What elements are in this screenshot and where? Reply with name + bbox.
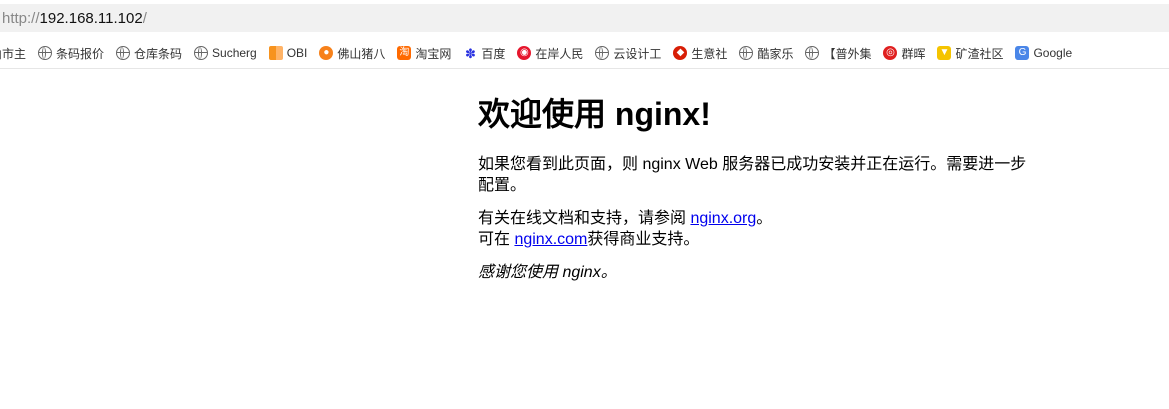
bookmark-label: 云设计工 bbox=[613, 46, 662, 61]
globe-icon bbox=[38, 46, 53, 60]
nginx-com-link[interactable]: nginx.com bbox=[514, 231, 587, 248]
bookmark-item[interactable]: 条码报价 bbox=[38, 45, 104, 62]
bookmark-item[interactable]: ◆ 生意社 bbox=[673, 45, 727, 62]
bookmark-label: 在岸人民 bbox=[535, 46, 584, 61]
commercial-text: 可在 bbox=[478, 231, 515, 248]
bookmark-label: 山市主 bbox=[0, 46, 27, 61]
globe-icon bbox=[805, 46, 820, 60]
support-paragraph: 有关在线文档和支持，请参阅 nginx.org。 可在 nginx.com获得商… bbox=[478, 208, 1038, 250]
google-translate-icon: G bbox=[1015, 46, 1030, 60]
bookmark-label: 酷家乐 bbox=[757, 46, 794, 61]
bookmark-label: 矿渣社区 bbox=[955, 46, 1004, 61]
bookmark-item[interactable]: 淘 淘宝网 bbox=[397, 45, 451, 62]
globe-icon bbox=[739, 46, 754, 60]
bookmark-label: 佛山猪八 bbox=[337, 46, 386, 61]
bookmark-label: 仓库条码 bbox=[134, 46, 183, 61]
bookmark-item[interactable]: 山市主 bbox=[0, 45, 26, 62]
docs-suffix: 。 bbox=[756, 210, 773, 227]
url-path: / bbox=[142, 9, 147, 27]
bookmark-item[interactable]: OBI bbox=[268, 46, 308, 60]
weibo-icon: ◉ bbox=[517, 46, 532, 60]
bookmark-item[interactable]: Sucherg bbox=[194, 46, 257, 60]
pig-icon: ● bbox=[319, 46, 334, 60]
page-content: 欢迎使用 nginx! 如果您看到此页面，则 nginx Web 服务器已成功安… bbox=[478, 94, 1038, 295]
bookmark-item[interactable]: ▼ 矿渣社区 bbox=[937, 45, 1003, 62]
bookmark-label: 生意社 bbox=[691, 46, 728, 61]
globe-icon bbox=[116, 46, 131, 60]
bookmark-item[interactable]: 【普外集 bbox=[805, 45, 871, 62]
shengyi-icon: ◆ bbox=[673, 46, 688, 60]
address-bar[interactable]: http://192.168.11.102/ bbox=[0, 4, 1169, 32]
url-host: 192.168.11.102 bbox=[39, 9, 143, 27]
page-title: 欢迎使用 nginx! bbox=[478, 96, 711, 132]
bookmark-item[interactable]: ● 佛山猪八 bbox=[319, 45, 385, 62]
bookmark-label: 淘宝网 bbox=[415, 46, 452, 61]
thanks-paragraph: 感谢您使用 nginx。 bbox=[478, 262, 1038, 283]
bookmark-label: Sucherg bbox=[212, 46, 257, 60]
bookmark-item[interactable]: G Google bbox=[1015, 46, 1072, 60]
obi-icon bbox=[268, 46, 283, 60]
bookmark-label: 条码报价 bbox=[56, 46, 105, 61]
bookmark-label: OBI bbox=[286, 46, 308, 60]
url-scheme: http:// bbox=[2, 9, 40, 27]
trophy-icon: ▼ bbox=[937, 46, 952, 60]
baidu-icon: ✽ bbox=[464, 45, 476, 61]
bookmark-label: 【普外集 bbox=[823, 46, 872, 61]
taobao-icon: 淘 bbox=[397, 46, 412, 60]
intro-paragraph: 如果您看到此页面，则 nginx Web 服务器已成功安装并正在运行。需要进一步… bbox=[478, 156, 1027, 194]
bookmark-label: 百度 bbox=[481, 46, 506, 61]
bookmarks-bar: 山市主 条码报价 仓库条码 Sucherg OBI ● 佛山猪八 淘 淘宝网 ✽… bbox=[0, 38, 1169, 69]
thanks-text: 感谢您使用 nginx。 bbox=[478, 264, 617, 281]
bookmark-item[interactable]: 酷家乐 bbox=[739, 45, 793, 62]
nginx-org-link[interactable]: nginx.org bbox=[690, 210, 756, 227]
bookmark-item[interactable]: ◉ 在岸人民 bbox=[517, 45, 583, 62]
commercial-suffix: 获得商业支持。 bbox=[587, 231, 700, 248]
globe-icon bbox=[194, 46, 209, 60]
bookmark-item[interactable]: ◎ 群晖 bbox=[883, 45, 925, 62]
bookmark-item[interactable]: 仓库条码 bbox=[116, 45, 182, 62]
bookmark-label: Google bbox=[1033, 46, 1073, 60]
docs-text: 有关在线文档和支持，请参阅 bbox=[478, 210, 691, 227]
globe-icon bbox=[595, 46, 610, 60]
bookmark-label: 群晖 bbox=[901, 46, 926, 61]
bookmark-item[interactable]: 云设计工 bbox=[595, 45, 661, 62]
bookmark-item[interactable]: ✽ 百度 bbox=[463, 45, 505, 62]
red-circle-icon: ◎ bbox=[883, 46, 898, 60]
